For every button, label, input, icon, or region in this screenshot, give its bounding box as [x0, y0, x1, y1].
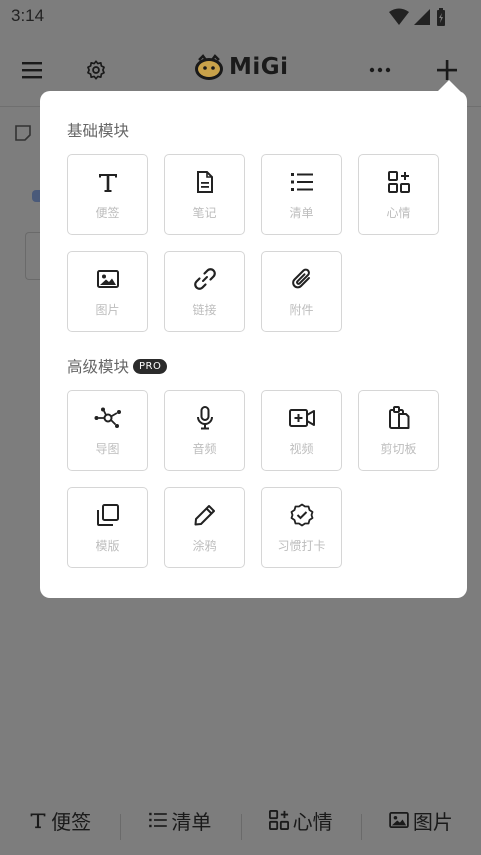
link-icon	[193, 268, 216, 290]
module-image[interactable]: 图片	[67, 251, 148, 332]
pencil-icon	[194, 505, 215, 526]
basic-section-title: 基础模块	[67, 122, 130, 140]
text-icon	[30, 813, 46, 829]
app-logo: MiGi	[193, 53, 289, 81]
pro-badge: PRO	[133, 358, 168, 374]
document-icon	[196, 171, 213, 193]
mindmap-icon	[94, 407, 121, 428]
add-module-popup: 基础模块 便签 笔记 清单 心情 图片 链接 附件 高级模块 PRO 导图 音频…	[40, 91, 467, 598]
menu-button[interactable]	[18, 56, 46, 84]
plus-icon	[437, 60, 457, 80]
note-icon	[14, 124, 32, 142]
module-link[interactable]: 链接	[164, 251, 245, 332]
module-note[interactable]: 便签	[67, 154, 148, 235]
module-attachment[interactable]: 附件	[261, 251, 342, 332]
module-template[interactable]: 模版	[67, 487, 148, 568]
module-audio[interactable]: 音频	[164, 390, 245, 471]
more-button[interactable]	[366, 56, 394, 84]
status-icons	[389, 7, 447, 27]
battery-icon	[437, 8, 445, 26]
status-time: 3:14	[11, 6, 45, 25]
bullet-dot	[32, 190, 40, 202]
image-icon	[389, 812, 409, 828]
mood-icon	[387, 171, 410, 193]
bottom-toolbar: 便签 清单 心情 图片	[0, 785, 481, 855]
check-badge-icon	[290, 503, 313, 527]
text-icon	[98, 174, 117, 192]
module-video[interactable]: 视频	[261, 390, 342, 471]
module-habit-checkin[interactable]: 习惯打卡	[261, 487, 342, 568]
signal-icon	[414, 9, 430, 25]
quick-add-note-button[interactable]: 便签	[0, 806, 120, 835]
module-checklist[interactable]: 清单	[261, 154, 342, 235]
mood-icon	[268, 810, 289, 830]
image-icon	[96, 270, 119, 288]
status-bar: 3:14	[0, 0, 481, 34]
menu-icon	[22, 62, 42, 79]
video-icon	[288, 409, 315, 427]
list-icon	[290, 173, 313, 191]
clipboard-icon	[388, 406, 409, 429]
paperclip-icon	[291, 268, 310, 289]
quick-add-checklist-button[interactable]: 清单	[120, 806, 240, 840]
template-icon	[96, 504, 119, 526]
microphone-icon	[196, 406, 213, 430]
module-doodle[interactable]: 涂鸦	[164, 487, 245, 568]
app-logo-text: MiGi	[229, 54, 289, 80]
wifi-icon	[389, 8, 409, 25]
module-clipboard[interactable]: 剪切板	[358, 390, 439, 471]
gear-icon	[87, 60, 105, 80]
quick-add-image-button[interactable]: 图片	[360, 806, 481, 840]
quick-add-mood-button[interactable]: 心情	[240, 806, 361, 840]
advanced-section-title: 高级模块 PRO	[67, 355, 168, 377]
module-mindmap[interactable]: 导图	[67, 390, 148, 471]
more-icon	[369, 67, 391, 73]
mascot-icon	[195, 54, 223, 80]
module-mood[interactable]: 心情	[358, 154, 439, 235]
list-icon	[149, 812, 168, 828]
settings-button[interactable]	[82, 56, 110, 84]
background-card	[25, 232, 41, 280]
module-notebook[interactable]: 笔记	[164, 154, 245, 235]
